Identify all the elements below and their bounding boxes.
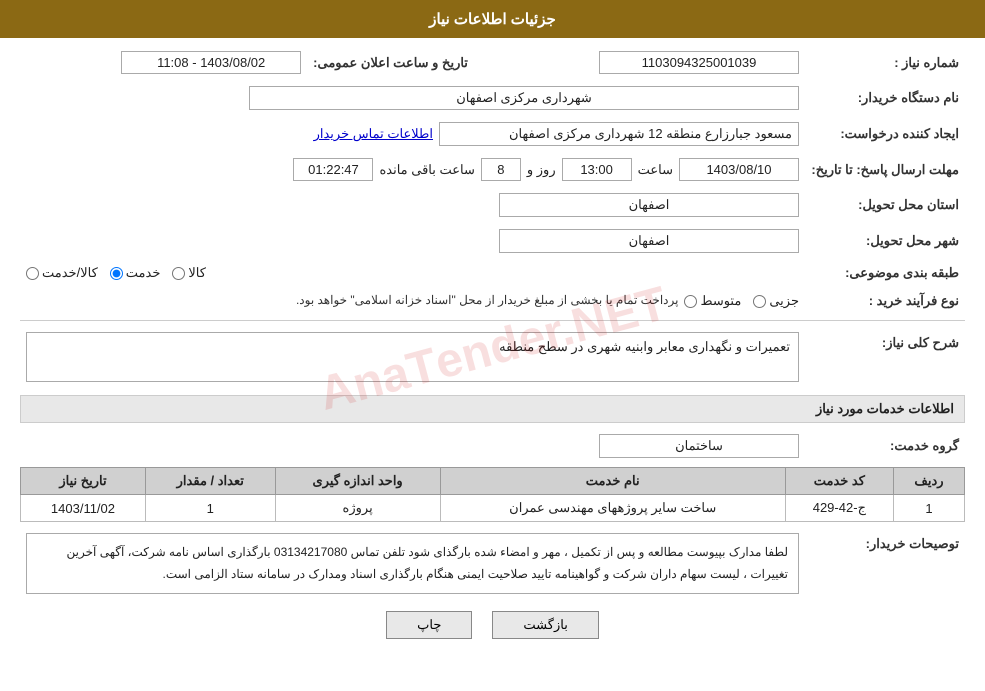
cell-tedad: 1: [145, 495, 275, 522]
buyer-desc-label: توصیحات خریدار:: [805, 530, 965, 597]
col-radif: ردیف: [893, 468, 964, 495]
time-label: ساعت: [638, 162, 673, 178]
cell-nam: ساخت سایر پروژههای مهندسی عمران: [440, 495, 785, 522]
back-button[interactable]: بازگشت: [492, 611, 598, 639]
col-tedad: تعداد / مقدار: [145, 468, 275, 495]
shahr-label: شهر محل تحویل:: [805, 226, 965, 256]
shahr-value: اصفهان: [499, 229, 799, 253]
creator-value: مسعود جبارزارع منطقه 12 شهرداری مرکزی اص…: [439, 122, 799, 146]
day-label: روز و: [527, 162, 556, 178]
ostan-label: استان محل تحویل:: [805, 190, 965, 220]
remaining-value: 01:22:47: [293, 158, 373, 181]
buyer-desc: لطفا مدارک بپیوست مطالعه و پس از تکمیل ،…: [26, 533, 799, 594]
announce-value: 1403/08/02 - 11:08: [121, 51, 301, 74]
table-row: 1ج-42-429ساخت سایر پروژههای مهندسی عمران…: [21, 495, 965, 522]
radio-mottasat-label: متوسط: [700, 293, 741, 309]
cell-kod: ج-42-429: [785, 495, 893, 522]
date-value: 1403/08/10: [679, 158, 799, 181]
sharh-value: تعمیرات و نگهداری معابر وابنیه شهری در س…: [26, 332, 799, 382]
page-title: جزئیات اطلاعات نیاز: [0, 0, 985, 38]
day-value: 8: [481, 158, 521, 181]
col-tarikh: تاریخ نیاز: [21, 468, 146, 495]
creator-label: ایجاد کننده درخواست:: [805, 119, 965, 149]
radio-jozee-label: جزیی: [769, 293, 799, 309]
ostan-value: اصفهان: [499, 193, 799, 217]
group-value: ساختمان: [599, 434, 799, 458]
radio-kala-khadamat[interactable]: کالا/خدمت: [26, 265, 98, 281]
tabaqe-label: طبقه بندی موضوعی:: [805, 262, 965, 284]
radio-mottasat[interactable]: متوسط: [684, 293, 741, 309]
radio-jozee[interactable]: جزیی: [753, 293, 799, 309]
sharh-label: شرح کلی نیاز:: [805, 329, 965, 385]
cell-tarikh: 1403/11/02: [21, 495, 146, 522]
time-value: 13:00: [562, 158, 632, 181]
radio-kala-khadamat-label: کالا/خدمت: [42, 265, 98, 281]
cell-vahed: پروژه: [275, 495, 440, 522]
noe-farayand-label: نوع فرآیند خرید :: [805, 290, 965, 312]
cell-radif: 1: [893, 495, 964, 522]
services-section-title: اطلاعات خدمات مورد نیاز: [20, 395, 965, 423]
mohlat-label: مهلت ارسال پاسخ: تا تاریخ:: [805, 155, 965, 184]
group-label: گروه خدمت:: [805, 431, 965, 461]
print-button[interactable]: چاپ: [386, 611, 472, 639]
services-table: ردیف کد خدمت نام خدمت واحد اندازه گیری ت…: [20, 467, 965, 522]
col-vahed: واحد اندازه گیری: [275, 468, 440, 495]
contact-link[interactable]: اطلاعات تماس خریدار: [314, 126, 433, 142]
name-dastgah-value: شهرداری مرکزی اصفهان: [249, 86, 799, 110]
radio-kala-label: کالا: [188, 265, 206, 281]
radio-khadamat[interactable]: خدمت: [110, 265, 161, 281]
col-nam: نام خدمت: [440, 468, 785, 495]
remaining-label: ساعت باقی مانده: [379, 162, 474, 178]
name-dastgah-label: نام دستگاه خریدار:: [805, 83, 965, 113]
noe-text: پرداخت تمام یا بخشی از مبلغ خریدار از مح…: [296, 293, 679, 307]
shomare-niaz-label: شماره نیاز :: [805, 48, 965, 77]
radio-kala[interactable]: کالا: [172, 265, 206, 281]
buttons-row: چاپ بازگشت: [20, 611, 965, 639]
shomare-niaz-value: 1103094325001039: [599, 51, 799, 74]
announce-label: تاریخ و ساعت اعلان عمومی:: [307, 48, 488, 77]
col-kod: کد خدمت: [785, 468, 893, 495]
radio-khadamat-label: خدمت: [126, 265, 161, 281]
